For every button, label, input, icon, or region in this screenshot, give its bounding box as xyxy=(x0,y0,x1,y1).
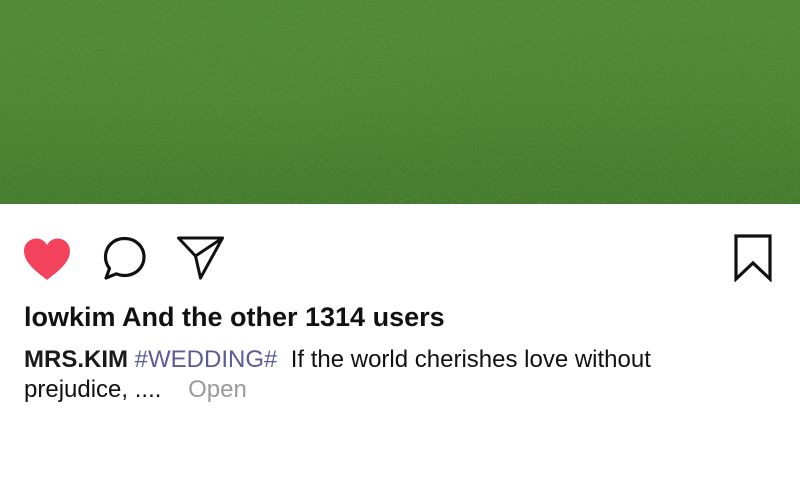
bookmark-icon[interactable] xyxy=(733,234,773,282)
post-caption: MRS.KIM #WEDDING# If the world cherishes… xyxy=(24,345,724,405)
caption-hashtag[interactable]: #WEDDING# xyxy=(135,346,278,373)
caption-open-link[interactable]: Open xyxy=(188,376,247,403)
heart-shape xyxy=(24,238,70,280)
share-icon[interactable] xyxy=(176,235,226,281)
post-photo[interactable] xyxy=(0,0,800,204)
post-action-bar xyxy=(0,204,800,300)
comment-icon[interactable] xyxy=(102,236,148,282)
caption-author[interactable]: MRS.KIM xyxy=(24,346,128,373)
heart-icon[interactable] xyxy=(22,237,72,281)
likes-summary[interactable]: lowkim And the other 1314 users xyxy=(24,300,784,334)
